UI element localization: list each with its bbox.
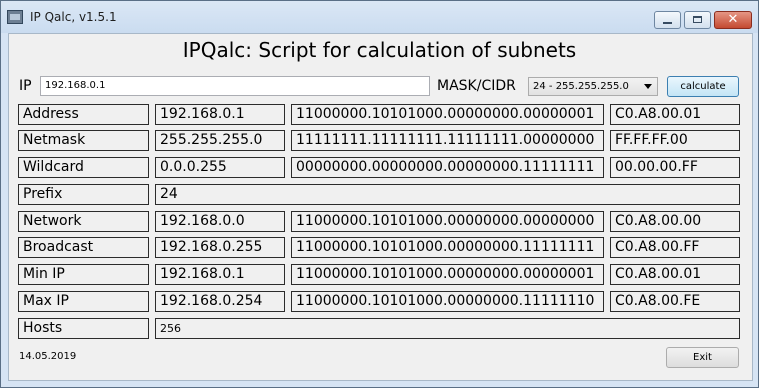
broadcast-label: Broadcast — [18, 237, 149, 258]
title-bar[interactable]: IP Qalc, v1.5.1 ✕ — [1, 1, 758, 33]
netmask-label: Netmask — [18, 130, 149, 151]
network-hex: C0.A8.00.00 — [610, 211, 740, 232]
address-decimal: 192.168.0.1 — [155, 104, 285, 125]
netmask-binary: 11111111.11111111.11111111.00000000 — [291, 130, 604, 151]
network-label: Network — [18, 211, 149, 232]
min-ip-hex: C0.A8.00.01 — [610, 264, 740, 285]
netmask-decimal: 255.255.255.0 — [155, 130, 285, 151]
max-ip-label: Max IP — [18, 291, 149, 312]
hosts-value: 256 — [155, 318, 740, 339]
calculator-app-icon — [7, 10, 23, 24]
network-decimal: 192.168.0.0 — [155, 211, 285, 232]
max-ip-decimal: 192.168.0.254 — [155, 291, 285, 312]
ip-input[interactable]: 192.168.0.1 — [40, 76, 430, 96]
ip-label: IP — [19, 78, 32, 94]
page-title: IPQalc: Script for calculation of subnet… — [182, 38, 577, 62]
window-title: IP Qalc, v1.5.1 — [30, 10, 117, 24]
close-icon: ✕ — [727, 12, 739, 27]
calculate-button[interactable]: calculate — [667, 76, 739, 97]
exit-button[interactable]: Exit — [666, 347, 739, 368]
close-button[interactable]: ✕ — [714, 11, 752, 29]
wildcard-decimal: 0.0.0.255 — [155, 157, 285, 178]
prefix-value: 24 — [155, 184, 740, 205]
release-date: 14.05.2019 — [19, 351, 77, 362]
prefix-label: Prefix — [18, 184, 149, 205]
netmask-hex: FF.FF.FF.00 — [610, 130, 740, 151]
mask-cidr-label: MASK/CIDR — [437, 78, 516, 94]
max-ip-hex: C0.A8.00.FE — [610, 291, 740, 312]
broadcast-binary: 11000000.10101000.00000000.11111111 — [291, 237, 604, 258]
wildcard-binary: 00000000.00000000.00000000.11111111 — [291, 157, 604, 178]
min-ip-decimal: 192.168.0.1 — [155, 264, 285, 285]
wildcard-hex: 00.00.00.FF — [610, 157, 740, 178]
maximize-button[interactable] — [684, 11, 711, 29]
wildcard-label: Wildcard — [18, 157, 149, 178]
minimize-button[interactable] — [654, 11, 681, 29]
network-binary: 11000000.10101000.00000000.00000000 — [291, 211, 604, 232]
max-ip-binary: 11000000.10101000.00000000.11111110 — [291, 291, 604, 312]
hosts-label: Hosts — [18, 318, 149, 339]
chevron-down-icon — [644, 84, 652, 89]
minimize-icon — [663, 22, 672, 24]
min-ip-label: Min IP — [18, 264, 149, 285]
mask-cidr-select[interactable]: 24 - 255.255.255.0 — [528, 77, 658, 96]
mask-cidr-value: 24 - 255.255.255.0 — [533, 81, 629, 92]
broadcast-decimal: 192.168.0.255 — [155, 237, 285, 258]
address-hex: C0.A8.00.01 — [610, 104, 740, 125]
broadcast-hex: C0.A8.00.FF — [610, 237, 740, 258]
min-ip-binary: 11000000.10101000.00000000.00000001 — [291, 264, 604, 285]
address-label: Address — [18, 104, 149, 125]
address-binary: 11000000.10101000.00000000.00000001 — [291, 104, 604, 125]
maximize-icon — [693, 16, 702, 23]
